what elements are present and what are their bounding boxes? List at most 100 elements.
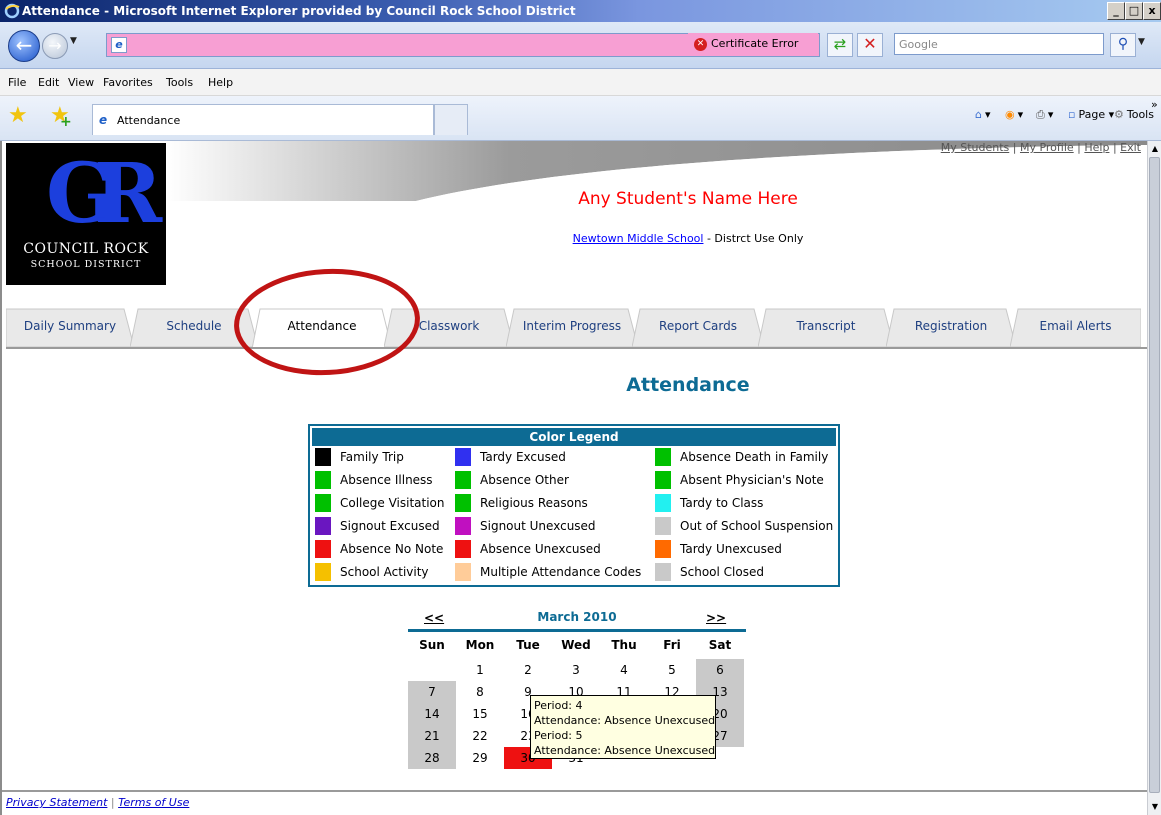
print-icon[interactable]: ⎙ ▾: [1036, 108, 1053, 122]
new-tab-button[interactable]: [434, 104, 468, 135]
calendar-day[interactable]: 29: [456, 747, 504, 769]
tab-transcript[interactable]: Transcript: [758, 305, 894, 347]
legend-label: Religious Reasons: [480, 496, 588, 510]
privacy-statement-link[interactable]: Privacy Statement: [6, 796, 107, 809]
feeds-icon[interactable]: ◉ ▾: [1005, 108, 1023, 121]
tooltip-line: Period: 5: [534, 729, 583, 742]
tab-label: Classwork: [418, 319, 480, 333]
legend-swatch: [455, 471, 471, 489]
browser-tab-attendance[interactable]: e Attendance: [92, 104, 434, 135]
calendar-day[interactable]: 14: [408, 703, 456, 725]
maximize-button[interactable]: □: [1125, 2, 1143, 20]
window-titlebar: Attendance - Microsoft Internet Explorer…: [0, 0, 1161, 22]
vertical-scrollbar[interactable]: ▲ ▼: [1147, 141, 1161, 815]
scroll-up-icon[interactable]: ▲: [1149, 143, 1161, 155]
favorites-bar: ★ ★ + e Attendance ⌂ ▾ ◉ ▾ ⎙ ▾ ▫ Page ▾ ⚙ Tool…: [0, 96, 1161, 141]
legend-swatch: [455, 517, 471, 535]
legend-swatch: [315, 471, 331, 489]
weekday-header: Thu: [611, 638, 637, 652]
back-button[interactable]: ←: [8, 30, 40, 62]
legend-label: Absence Illness: [340, 473, 433, 487]
search-icon[interactable]: ⚲: [1110, 33, 1136, 57]
tab-label: Registration: [914, 319, 988, 333]
tab-interim-progress[interactable]: Interim Progress: [506, 305, 638, 347]
my-students-link[interactable]: My Students: [941, 141, 1010, 154]
menu-help[interactable]: Help: [208, 76, 233, 89]
search-input[interactable]: Google: [894, 33, 1104, 55]
tab-report-cards[interactable]: Report Cards: [632, 305, 764, 347]
calendar-day[interactable]: 3: [552, 659, 600, 681]
calendar-day[interactable]: 15: [456, 703, 504, 725]
calendar-day[interactable]: 7: [408, 681, 456, 703]
weekday-header: Sun: [419, 638, 445, 652]
legend-label: College Visitation: [340, 496, 445, 510]
menu-edit[interactable]: Edit: [38, 76, 59, 89]
calendar-day[interactable]: 2: [504, 659, 552, 681]
calendar-day[interactable]: 5: [648, 659, 696, 681]
legend-swatch: [655, 494, 671, 512]
calendar-day[interactable]: 6: [696, 659, 744, 681]
add-favorite-icon[interactable]: ★ +: [50, 105, 72, 131]
legend-label: Absent Physician's Note: [680, 473, 824, 487]
refresh-button[interactable]: ⇄: [827, 33, 853, 57]
scroll-down-icon[interactable]: ▼: [1149, 801, 1161, 813]
shield-icon: ✕: [694, 37, 707, 51]
favorites-star-icon[interactable]: ★: [8, 105, 28, 127]
next-month-link[interactable]: >>: [706, 611, 726, 625]
page-menu[interactable]: ▫ Page ▾: [1068, 108, 1114, 121]
footer-separator: |: [107, 796, 119, 809]
logo-line2: SCHOOL DISTRICT: [30, 259, 142, 270]
calendar-day[interactable]: 1: [456, 659, 504, 681]
legend-swatch: [655, 517, 671, 535]
search-dropdown-icon[interactable]: ▼: [1138, 37, 1145, 47]
stop-button[interactable]: ✕: [857, 33, 883, 57]
more-chevron-icon[interactable]: »: [1151, 98, 1158, 111]
calendar-day[interactable]: 28: [408, 747, 456, 769]
tab-label: Interim Progress: [522, 319, 622, 333]
tab-email-alerts[interactable]: Email Alerts: [1010, 305, 1141, 347]
calendar-day[interactable]: 22: [456, 725, 504, 747]
legend-label: Family Trip: [340, 450, 404, 464]
scroll-thumb[interactable]: [1149, 157, 1160, 793]
legend-label: School Activity: [340, 565, 429, 579]
legend-swatch: [655, 471, 671, 489]
home-icon[interactable]: ⌂ ▾: [975, 108, 991, 121]
menu-view[interactable]: View: [68, 76, 94, 89]
tools-menu[interactable]: ⚙ Tools: [1114, 108, 1154, 121]
certificate-error-button[interactable]: ✕ Certificate Error: [688, 33, 818, 55]
help-link[interactable]: Help: [1084, 141, 1109, 154]
page-menu-label: Page: [1078, 108, 1106, 121]
calendar-day[interactable]: 21: [408, 725, 456, 747]
calendar-nav: << March 2010 >>: [408, 608, 746, 628]
legend-label: Absence Other: [480, 473, 569, 487]
legend-label: Absence No Note: [340, 542, 444, 556]
page-title: Attendance: [626, 374, 750, 396]
nav-tabs: Daily Summary Schedule Attendance Classw…: [6, 305, 1147, 347]
legend-swatch: [655, 448, 671, 466]
menu-file[interactable]: File: [8, 76, 26, 89]
close-button[interactable]: x: [1143, 2, 1161, 20]
menu-favorites[interactable]: Favorites: [103, 76, 153, 89]
legend-label: Signout Excused: [340, 519, 440, 533]
tab-daily-summary[interactable]: Daily Summary: [6, 305, 134, 347]
legend-swatch: [455, 563, 471, 581]
forward-button[interactable]: →: [42, 33, 68, 59]
menu-tools[interactable]: Tools: [166, 76, 193, 89]
weekday-header: Wed: [561, 638, 591, 652]
legend-label: Signout Unexcused: [480, 519, 596, 533]
certificate-error-label: Certificate Error: [711, 37, 799, 50]
calendar-day[interactable]: 8: [456, 681, 504, 703]
school-link[interactable]: Newtown Middle School: [573, 232, 704, 245]
exit-link[interactable]: Exit: [1120, 141, 1141, 154]
footer: Privacy Statement | Terms of Use: [6, 796, 189, 809]
minimize-button[interactable]: _: [1107, 2, 1125, 20]
legend-swatch: [315, 563, 331, 581]
history-dropdown-icon[interactable]: ▼: [70, 36, 77, 46]
tools-menu-label: Tools: [1126, 108, 1154, 121]
terms-of-use-link[interactable]: Terms of Use: [118, 796, 189, 809]
top-links: My Students | My Profile | Help | Exit: [940, 141, 1141, 154]
calendar-day[interactable]: 4: [600, 659, 648, 681]
tab-registration[interactable]: Registration: [886, 305, 1016, 347]
legend-swatch: [455, 494, 471, 512]
my-profile-link[interactable]: My Profile: [1020, 141, 1074, 154]
